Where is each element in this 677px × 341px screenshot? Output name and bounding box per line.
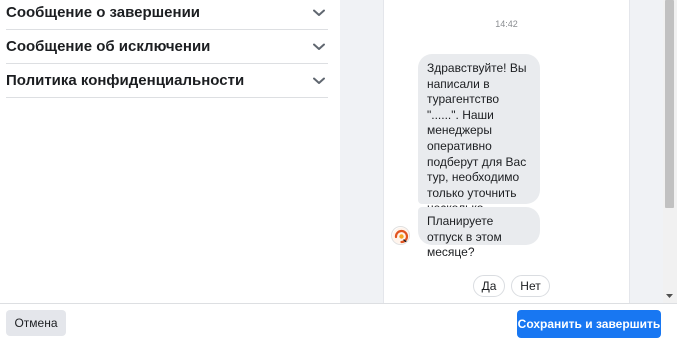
chevron-down-icon[interactable] bbox=[312, 6, 326, 20]
message-text: Здравствуйте! Вы написали в турагентство… bbox=[427, 61, 527, 231]
settings-panel: Сообщение о завершении Сообщение об искл… bbox=[0, 0, 340, 303]
quick-reply-yes[interactable]: Да bbox=[473, 275, 505, 297]
save-and-finish-button[interactable]: Сохранить и завершить bbox=[517, 310, 661, 338]
accordion-label: Сообщение об исключении bbox=[6, 38, 211, 55]
scrollbar-thumb[interactable] bbox=[665, 0, 674, 208]
accordion-exception-message[interactable]: Сообщение об исключении bbox=[6, 30, 328, 64]
chevron-down-icon[interactable] bbox=[312, 74, 326, 88]
quick-reply-no[interactable]: Нет bbox=[511, 275, 550, 297]
chevron-down-icon[interactable] bbox=[312, 40, 326, 54]
accordion-privacy-policy[interactable]: Политика конфиденциальности bbox=[6, 64, 328, 98]
footer-bar: Отмена Сохранить и завершить bbox=[0, 303, 677, 341]
message-timestamp: 14:42 bbox=[495, 19, 518, 29]
bot-message-question: Планируете отпуск в этом месяце? bbox=[418, 207, 540, 259]
cancel-button[interactable]: Отмена bbox=[6, 310, 66, 336]
chat-preview: 14:42 Здравствуйте! Вы написали в тураге… bbox=[383, 0, 630, 303]
accordion-label: Сообщение о завершении bbox=[6, 4, 201, 21]
root: Сообщение о завершении Сообщение об искл… bbox=[0, 0, 677, 341]
message-text: Планируете отпуск в этом месяце? bbox=[427, 214, 502, 260]
accordion-completion-message[interactable]: Сообщение о завершении bbox=[6, 0, 328, 30]
bot-message-greeting: Здравствуйте! Вы написали в турагентство… bbox=[418, 54, 540, 231]
scroll-down-arrow-icon[interactable] bbox=[665, 292, 674, 300]
accordion-label: Политика конфиденциальности bbox=[6, 72, 245, 89]
bot-avatar-icon bbox=[391, 226, 410, 245]
